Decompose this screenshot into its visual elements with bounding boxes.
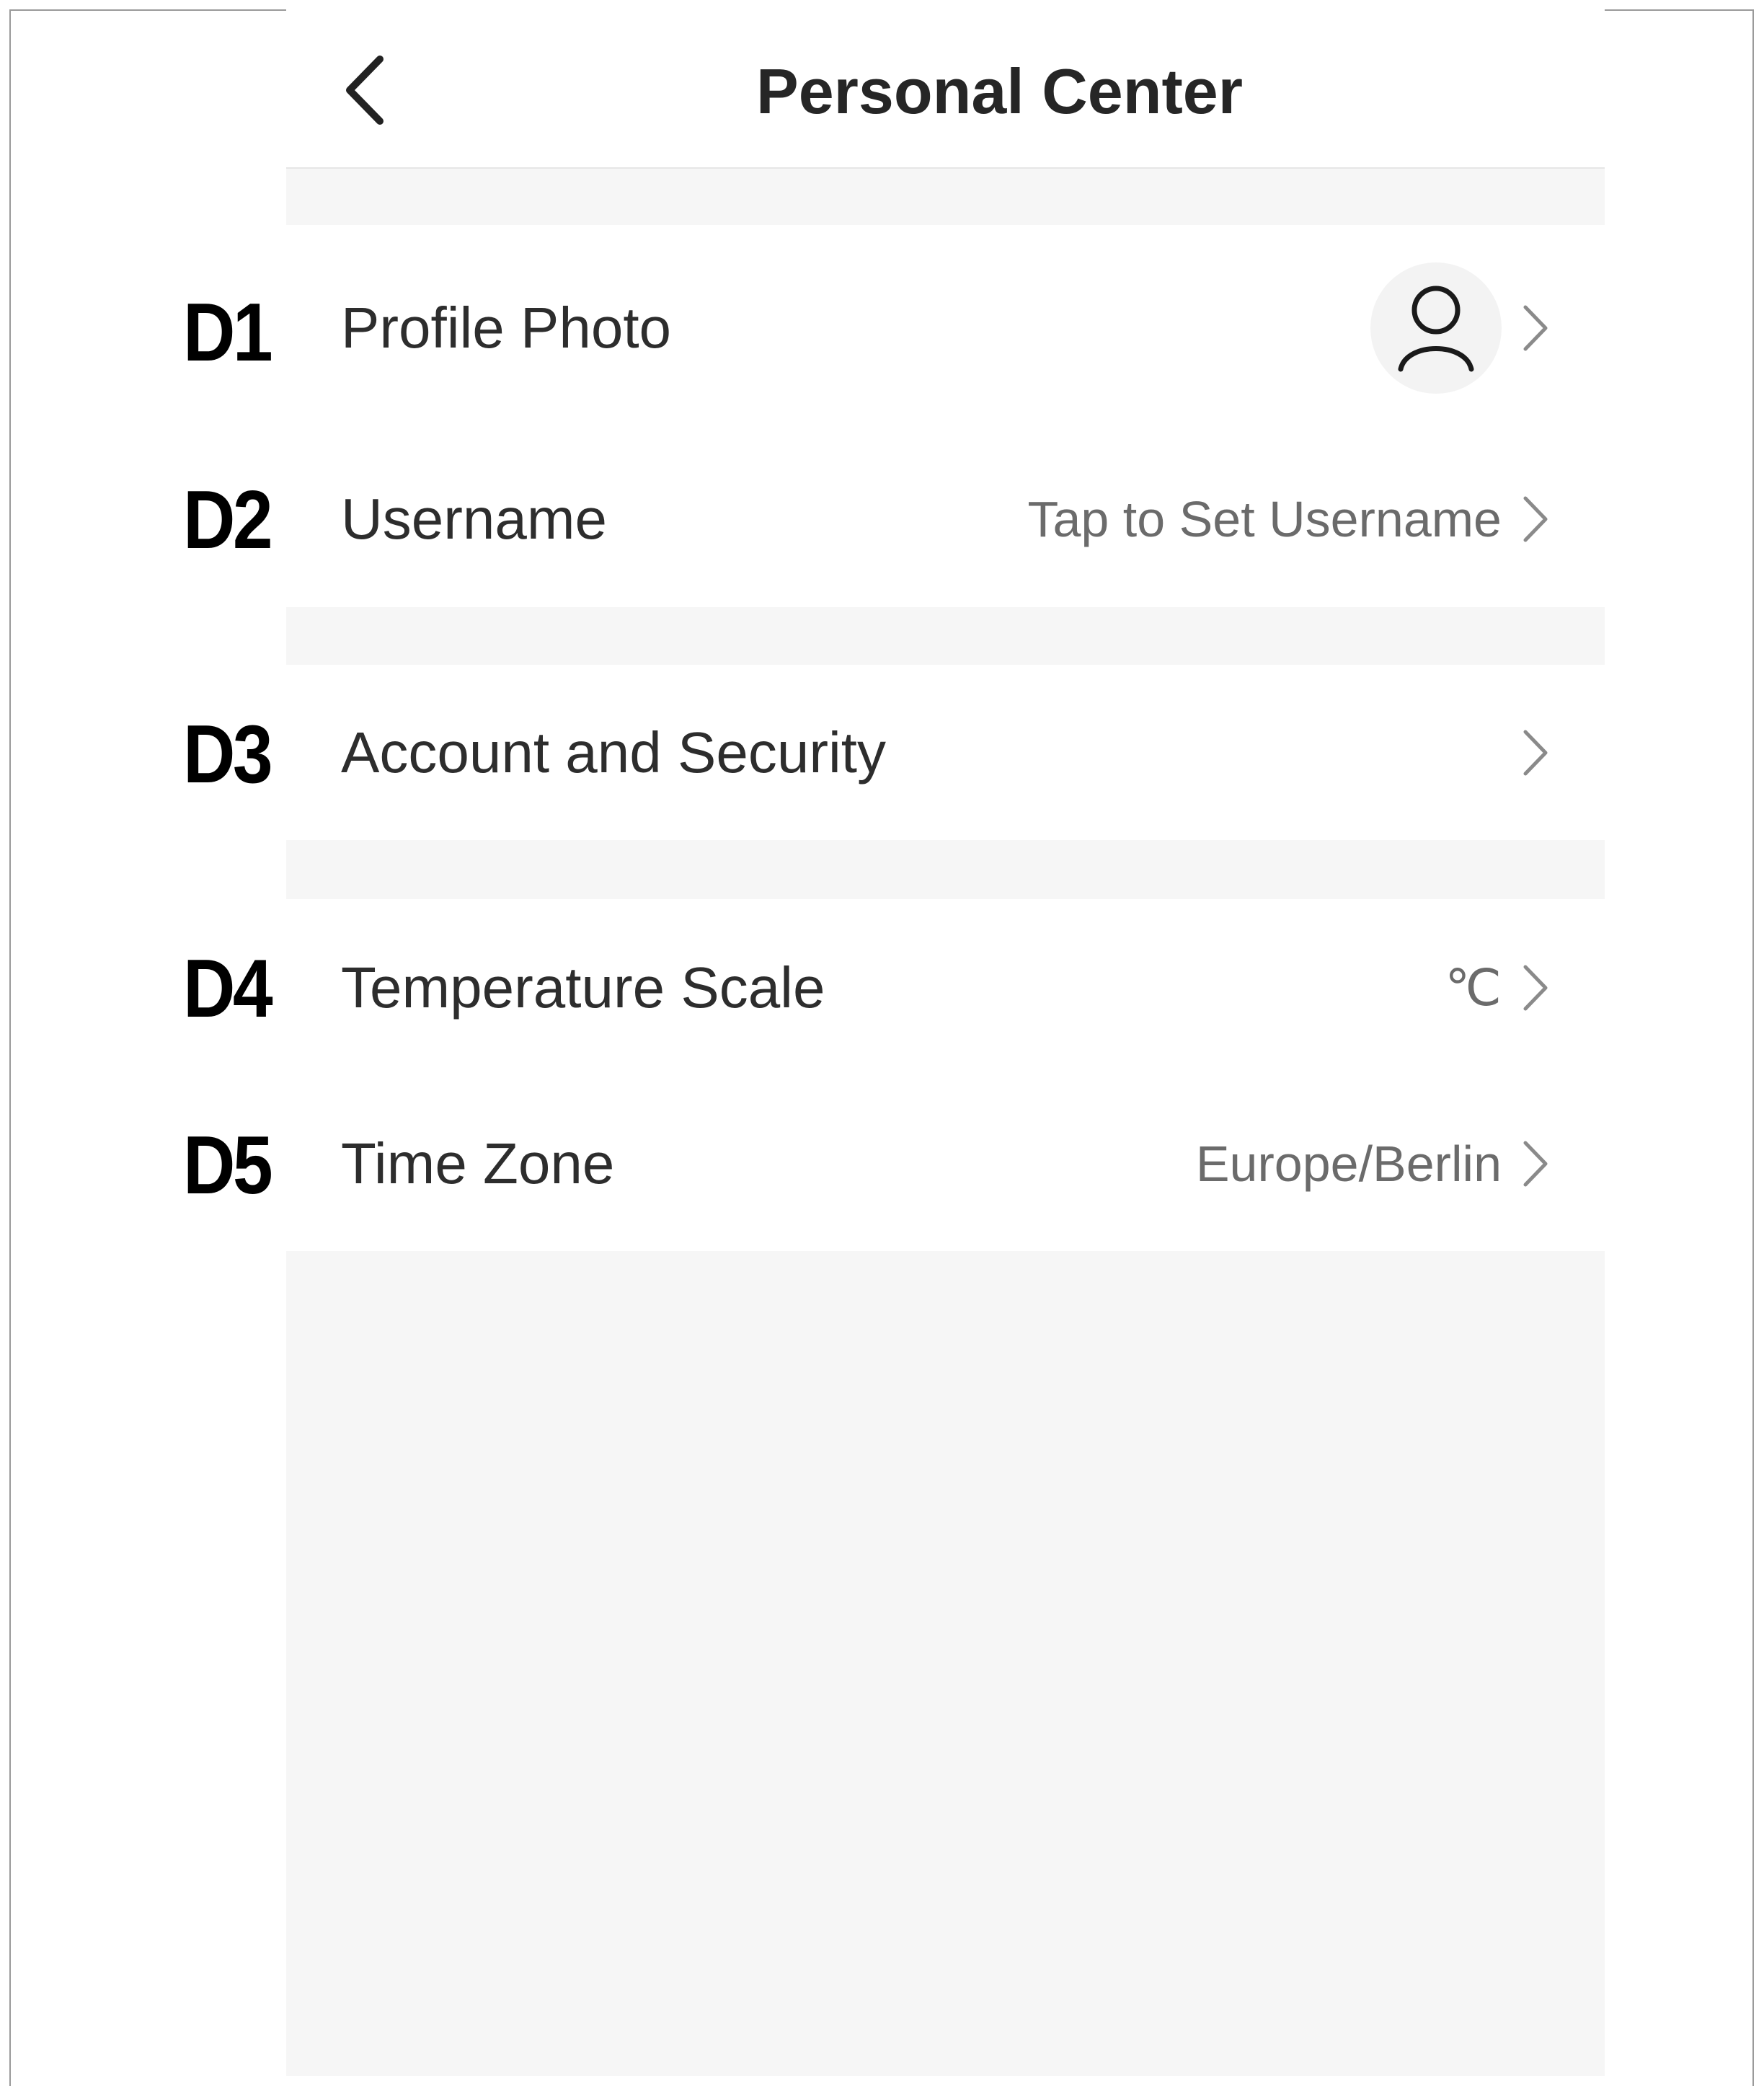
marker-d1: D1	[183, 287, 273, 379]
personal-center-screen: Personal Center Profile Photo Username T…	[286, 0, 1605, 2076]
row-label: Time Zone	[341, 1131, 615, 1196]
chevron-right-icon	[1520, 494, 1551, 544]
section-gap	[286, 169, 1605, 225]
marker-d5: D5	[183, 1120, 273, 1211]
chevron-right-icon	[1520, 728, 1551, 778]
row-label: Account and Security	[341, 720, 886, 785]
row-profile-photo[interactable]: Profile Photo	[286, 225, 1605, 430]
row-temperature-scale[interactable]: Temperature Scale ℃	[286, 899, 1605, 1076]
nav-header: Personal Center	[286, 0, 1605, 169]
user-avatar-icon	[1398, 286, 1474, 371]
row-label: Username	[341, 486, 608, 551]
row-value: Europe/Berlin	[1195, 1135, 1502, 1192]
chevron-right-icon	[1520, 963, 1551, 1013]
page-title: Personal Center	[756, 56, 1243, 127]
row-value: Tap to Set Username	[1027, 490, 1502, 547]
row-account-security[interactable]: Account and Security	[286, 665, 1605, 840]
empty-area	[286, 1251, 1605, 2076]
row-label: Profile Photo	[341, 295, 672, 360]
avatar[interactable]	[1370, 262, 1502, 394]
marker-d2: D2	[183, 474, 273, 566]
chevron-right-icon	[1520, 1139, 1551, 1189]
row-value: ℃	[1445, 959, 1502, 1016]
section-gap	[286, 607, 1605, 665]
chevron-right-icon	[1520, 303, 1551, 353]
marker-d3: D3	[183, 709, 273, 800]
row-username[interactable]: Username Tap to Set Username	[286, 430, 1605, 607]
row-time-zone[interactable]: Time Zone Europe/Berlin	[286, 1076, 1605, 1251]
row-label: Temperature Scale	[341, 955, 825, 1020]
section-gap	[286, 840, 1605, 899]
marker-d4: D4	[183, 943, 273, 1035]
